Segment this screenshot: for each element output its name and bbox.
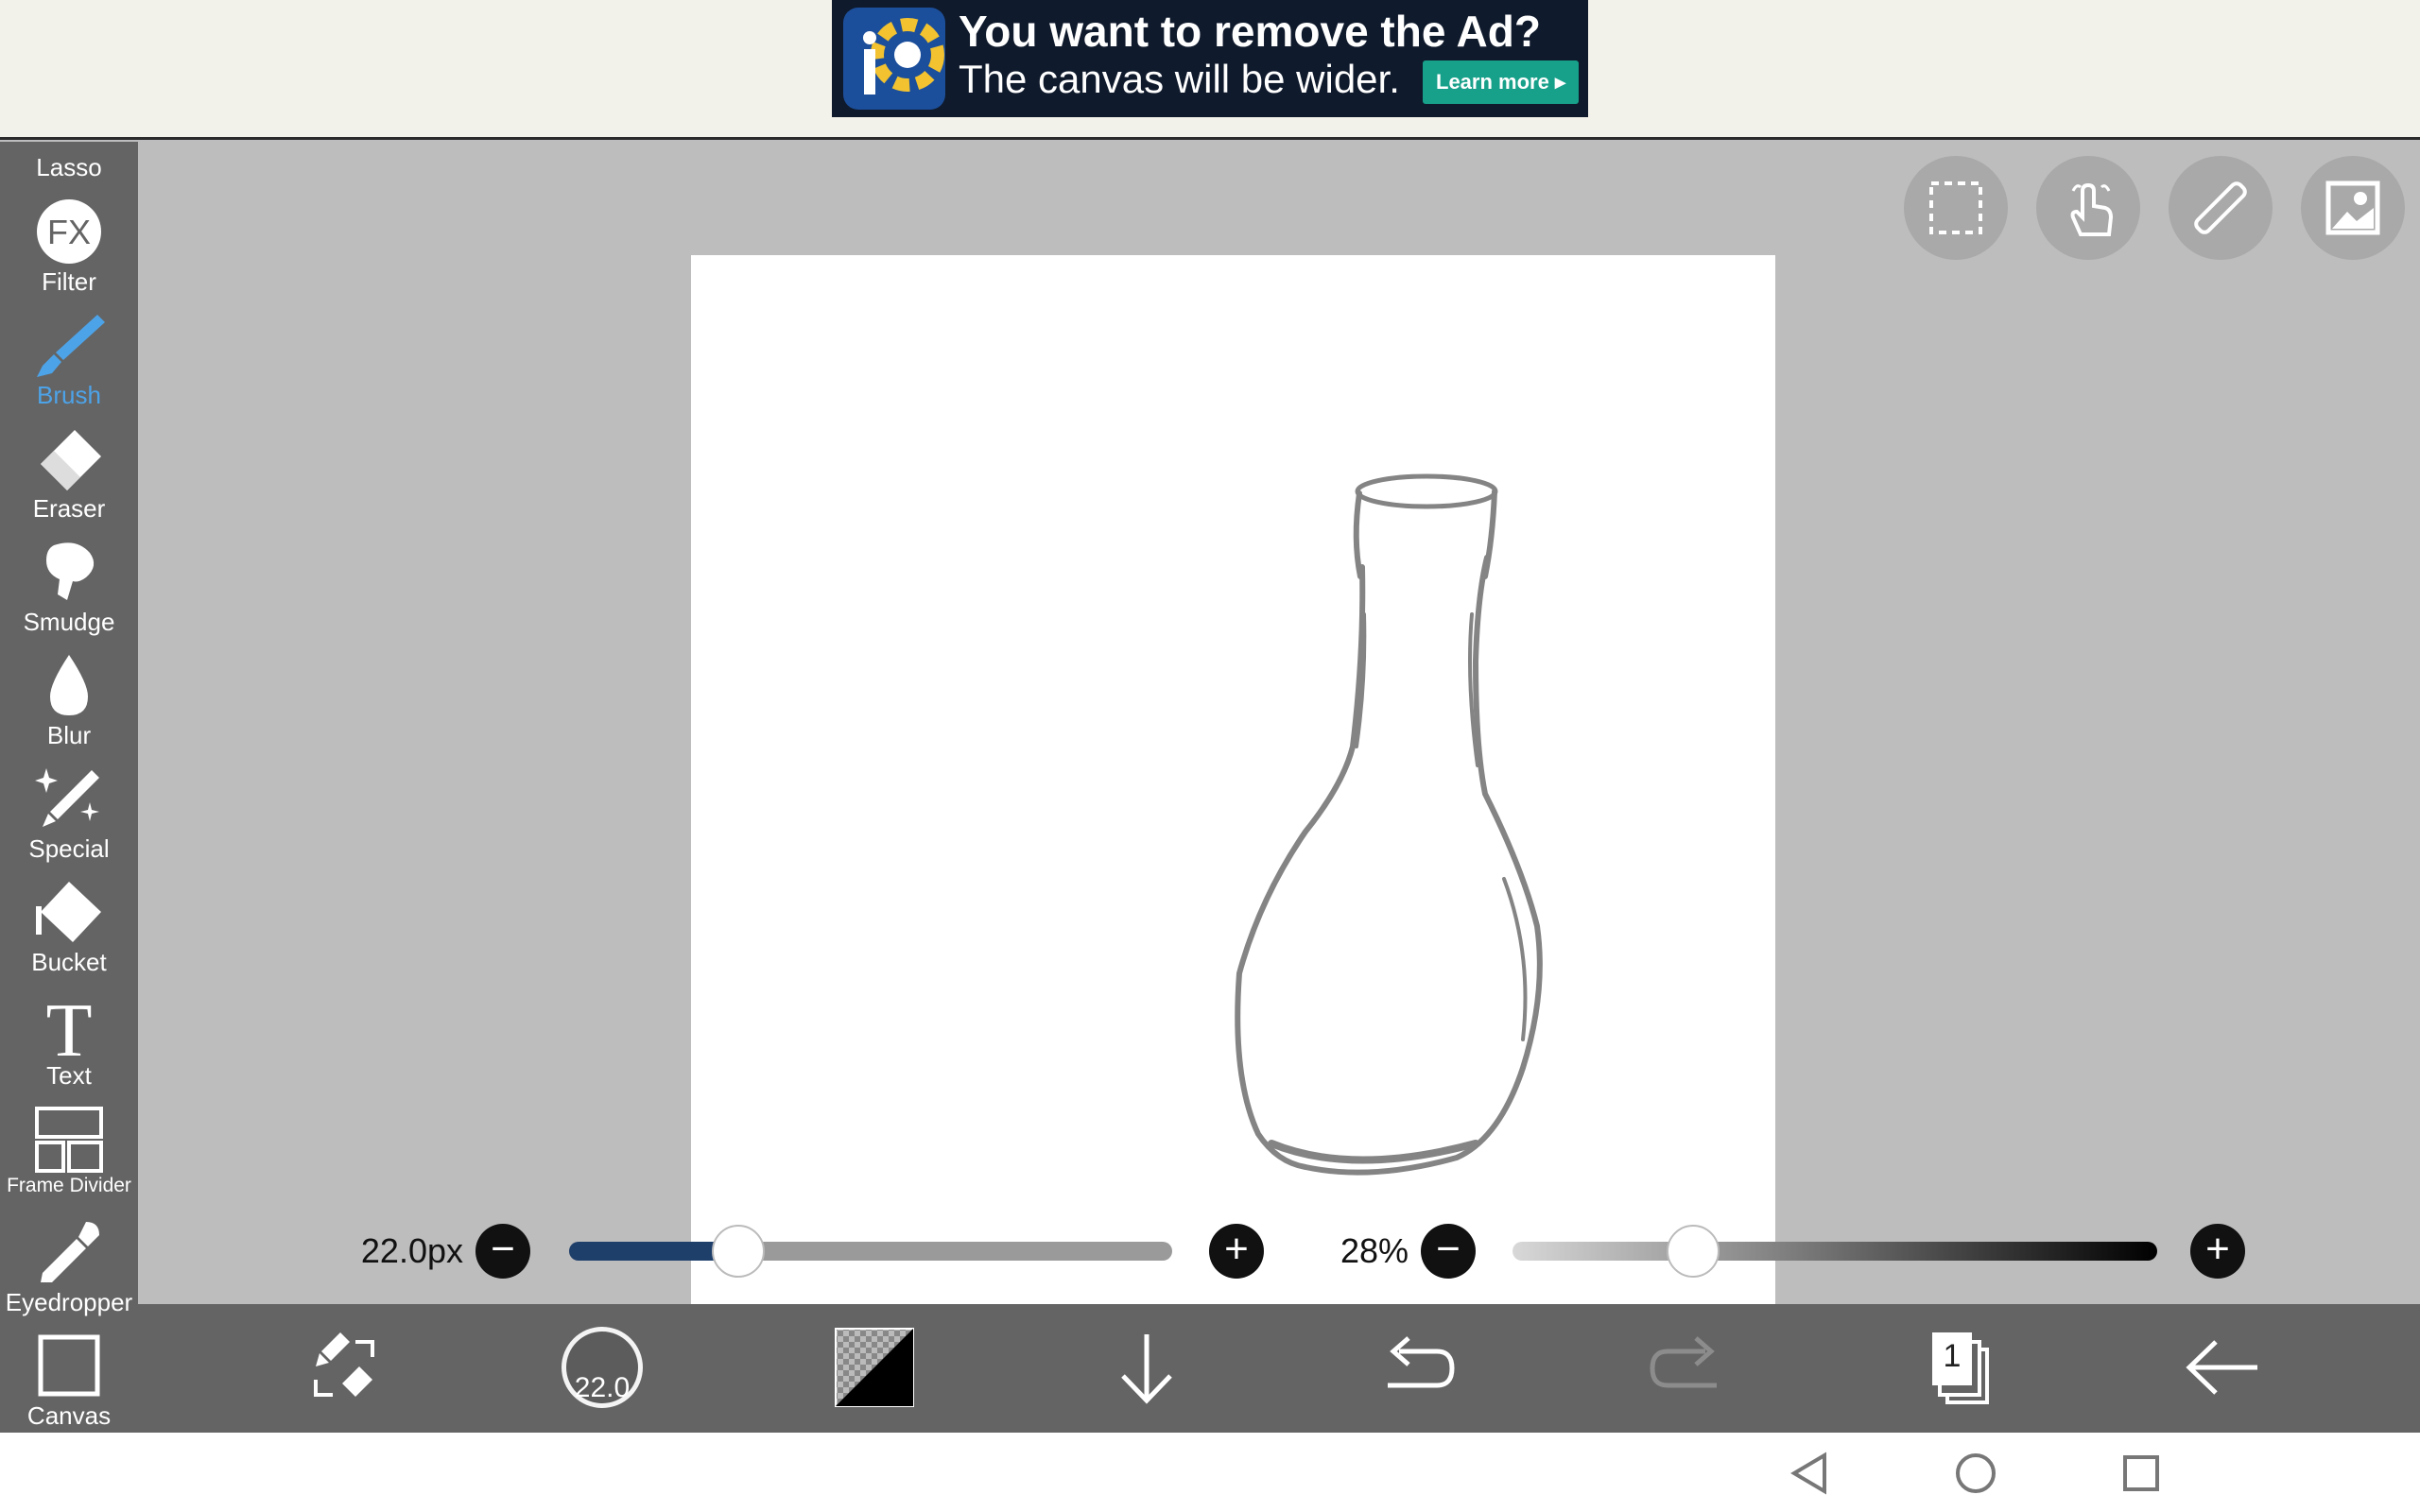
tool-lasso[interactable]: Lasso bbox=[0, 153, 138, 182]
bottom-toolbar: 22.0 1 bbox=[138, 1304, 2420, 1433]
tool-label: Eraser bbox=[32, 494, 106, 523]
opacity-slider-thumb[interactable] bbox=[1666, 1225, 1720, 1278]
brush-size-slider-thumb[interactable] bbox=[711, 1225, 765, 1278]
tool-eyedropper[interactable]: Eyedropper bbox=[0, 1214, 138, 1328]
back-button[interactable] bbox=[2180, 1325, 2265, 1410]
text-icon: T bbox=[31, 989, 107, 1073]
brush-size-decrease-button[interactable]: − bbox=[475, 1224, 530, 1279]
color-swatch-button[interactable] bbox=[832, 1325, 917, 1410]
ibis-paint-logo bbox=[843, 8, 945, 110]
selection-button[interactable] bbox=[1904, 156, 2008, 260]
tool-brush[interactable]: Brush bbox=[0, 307, 138, 421]
ad-title: You want to remove the Ad? bbox=[959, 7, 1541, 56]
opacity-label: 28% bbox=[1340, 1231, 1409, 1270]
tool-smudge[interactable]: Smudge bbox=[0, 534, 138, 647]
ad-subtitle: The canvas will be wider. bbox=[959, 57, 1400, 101]
vase-sketch bbox=[1235, 473, 1543, 1176]
opacity-decrease-button[interactable]: − bbox=[1421, 1224, 1476, 1279]
ruler-button[interactable] bbox=[2169, 156, 2273, 260]
tool-frame-divider[interactable]: Frame Divider bbox=[0, 1101, 138, 1214]
fx-icon: FX bbox=[31, 198, 107, 266]
brush-icon bbox=[31, 311, 107, 379]
swap-tools-icon bbox=[314, 1332, 374, 1397]
tool-label: Filter bbox=[42, 267, 96, 296]
tool-label: Bucket bbox=[31, 948, 107, 976]
plus-icon: + bbox=[1224, 1226, 1249, 1272]
redo-button[interactable] bbox=[1645, 1325, 1730, 1410]
tool-label: Canvas bbox=[26, 1401, 112, 1430]
touch-gesture-button[interactable] bbox=[2036, 156, 2140, 260]
undo-icon bbox=[1388, 1336, 1455, 1388]
tool-label: Frame Divider bbox=[7, 1175, 131, 1196]
download-button[interactable] bbox=[1104, 1325, 1189, 1410]
undo-button[interactable] bbox=[1374, 1325, 1460, 1410]
canvas-icon bbox=[31, 1332, 107, 1400]
tool-label: Eyedropper bbox=[5, 1288, 133, 1316]
tool-bucket[interactable]: Bucket bbox=[0, 874, 138, 988]
image-icon bbox=[2325, 180, 2380, 235]
blur-drop-icon bbox=[31, 651, 107, 719]
ad-learn-more-label: Learn more bbox=[1436, 70, 1549, 94]
tool-label: Blur bbox=[46, 721, 92, 749]
selection-rect-icon bbox=[1929, 181, 1982, 234]
eyedropper-icon bbox=[31, 1218, 107, 1286]
brush-preview-button[interactable]: 22.0 bbox=[560, 1325, 645, 1410]
redo-icon bbox=[1650, 1336, 1717, 1388]
tool-label: Brush bbox=[37, 381, 101, 409]
brush-size-increase-button[interactable]: + bbox=[1209, 1224, 1264, 1279]
smudge-icon bbox=[31, 538, 107, 606]
brush-preview-size: 22.0 bbox=[574, 1372, 631, 1403]
ad-banner-bar: You want to remove the Ad? The canvas wi… bbox=[0, 0, 2420, 140]
arrow-down-icon bbox=[1121, 1334, 1172, 1404]
nav-home-icon[interactable] bbox=[1952, 1450, 1999, 1497]
opacity-increase-button[interactable]: + bbox=[2190, 1224, 2245, 1279]
ad-learn-more-button[interactable]: Learn more ▸ bbox=[1423, 60, 1579, 104]
tool-label: Smudge bbox=[23, 608, 115, 636]
image-import-button[interactable] bbox=[2301, 156, 2405, 260]
ruler-icon bbox=[2194, 181, 2247, 234]
tool-text[interactable]: T Text bbox=[0, 988, 138, 1101]
eraser-icon bbox=[31, 424, 107, 492]
drawing-canvas[interactable] bbox=[691, 255, 1775, 1339]
minus-icon: − bbox=[491, 1226, 515, 1272]
tool-label: Text bbox=[46, 1061, 92, 1090]
svg-text:T: T bbox=[46, 991, 93, 1059]
nav-back-icon[interactable] bbox=[1787, 1450, 1834, 1497]
tool-special[interactable]: Special bbox=[0, 761, 138, 874]
color-swatch-icon bbox=[835, 1328, 914, 1407]
hand-touch-icon bbox=[2070, 182, 2114, 236]
brush-size-label: 22.0px bbox=[360, 1231, 463, 1270]
tool-eraser[interactable]: Eraser bbox=[0, 421, 138, 534]
tool-label: Special bbox=[28, 834, 110, 863]
layers-button[interactable]: 1 bbox=[1915, 1325, 2000, 1410]
ad-banner[interactable]: You want to remove the Ad? The canvas wi… bbox=[832, 0, 1588, 117]
layer-count: 1 bbox=[1943, 1338, 1962, 1374]
system-nav-bar bbox=[0, 1433, 2420, 1512]
opacity-slider[interactable] bbox=[1512, 1225, 2157, 1278]
tool-blur[interactable]: Blur bbox=[0, 647, 138, 761]
sparkle-pen-icon bbox=[31, 765, 107, 833]
svg-text:FX: FX bbox=[47, 213, 91, 251]
tool-sidebar: Lasso FX Filter Brush Eraser Smudge Blur bbox=[0, 142, 138, 1433]
tool-filter[interactable]: FX Filter bbox=[0, 194, 138, 307]
arrow-left-icon bbox=[2186, 1340, 2257, 1395]
frame-divider-icon bbox=[31, 1105, 107, 1173]
brush-size-slider[interactable] bbox=[569, 1225, 1172, 1278]
plus-icon: + bbox=[2205, 1226, 2230, 1272]
minus-icon: − bbox=[1436, 1226, 1461, 1272]
bucket-icon bbox=[31, 878, 107, 946]
brush-eraser-swap-button[interactable] bbox=[302, 1325, 388, 1410]
tool-canvas[interactable]: Canvas bbox=[0, 1328, 138, 1441]
nav-recents-icon[interactable] bbox=[2118, 1450, 2165, 1497]
